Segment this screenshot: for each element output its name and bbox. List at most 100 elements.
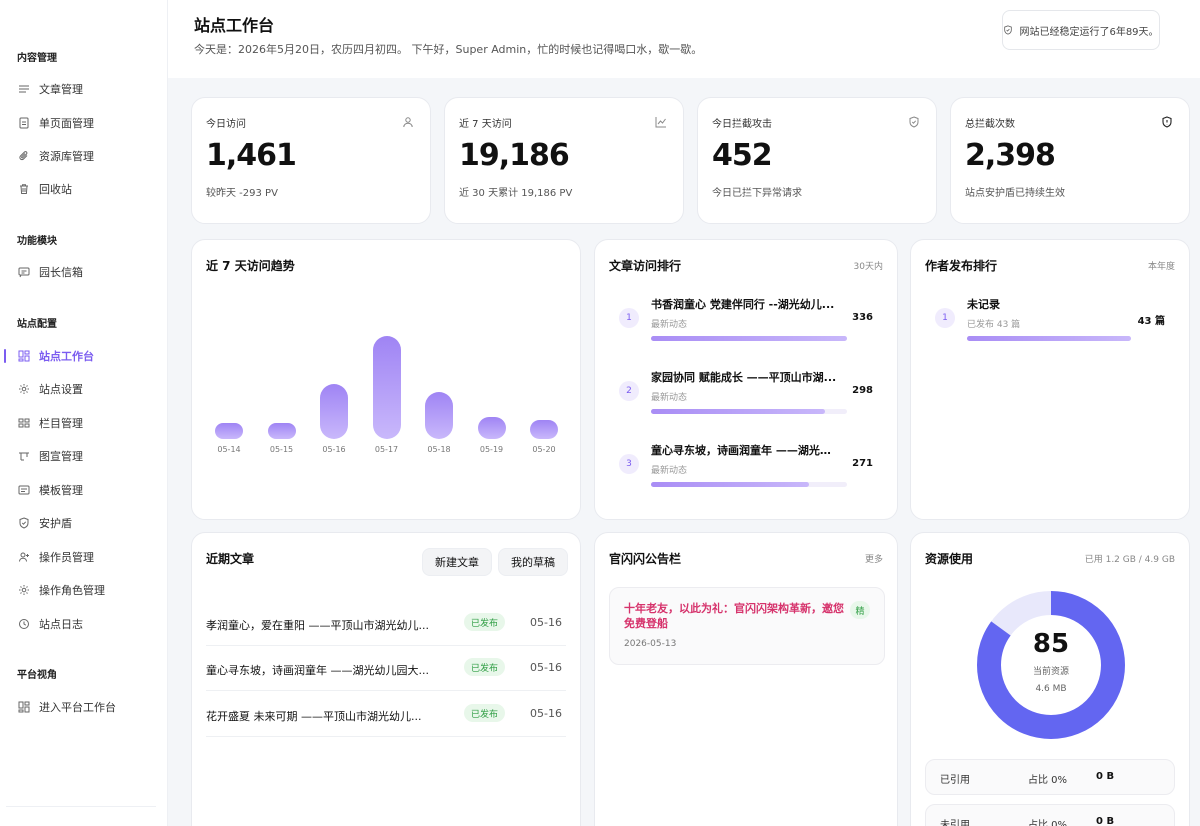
rank-progress-track (651, 336, 847, 341)
clock-icon (17, 617, 31, 631)
resource-center-label: 当前资源 (1032, 667, 1069, 677)
rank-subtitle: 最新动态 (651, 393, 688, 403)
sidebar-section-platform: 平台视角 (17, 670, 57, 681)
rank-item[interactable]: 3 童心寻东坡，诗画润童年 ——湖光幼... 最新动态 271 (595, 440, 897, 500)
sidebar-item-images[interactable]: 图宣管理 (17, 444, 157, 468)
sidebar-item-operators[interactable]: 操作员管理 (17, 545, 157, 569)
table-row[interactable]: 孝润童心，爱在重阳 ——平顶山市湖光幼儿... 已发布 05-16 (206, 600, 566, 646)
rank-progress-fill (967, 336, 1131, 341)
sidebar-item-label: 操作员管理 (39, 551, 94, 564)
paperclip-icon (17, 149, 31, 163)
stat-label: 总拦截次数 (965, 119, 1015, 130)
uptime-badge: 网站已经稳定运行了6年89天。 (1002, 10, 1160, 50)
stat-sub: 近 30 天累计 19,186 PV (459, 188, 573, 199)
more-link[interactable]: 更多 (865, 552, 883, 565)
article-title[interactable]: 花开盛夏 未来可期 ——平顶山市湖光幼儿... (206, 708, 456, 724)
rank-value: 336 (852, 312, 873, 323)
rank-number: 1 (935, 308, 955, 328)
list-icon (17, 82, 31, 96)
status-badge: 已发布 (464, 658, 506, 676)
page-icon (17, 116, 31, 130)
sidebar-item-workbench[interactable]: 站点工作台 (17, 344, 157, 368)
rank-title[interactable]: 家园协同 赋能成长 ——平顶山市湖... (651, 369, 841, 385)
notice-date: 2026-05-13 (624, 639, 677, 649)
resource-name: 已引用 (940, 775, 970, 786)
active-indicator (4, 349, 6, 363)
sidebar-item-label: 资源库管理 (39, 150, 94, 163)
sidebar-item-label: 安护盾 (39, 517, 72, 530)
rank-number: 3 (619, 454, 639, 474)
shield-icon (17, 516, 31, 530)
sidebar-item-roles[interactable]: 操作角色管理 (17, 578, 157, 602)
rank-value: 43 篇 (1137, 316, 1165, 327)
sidebar-item-recycle[interactable]: 回收站 (17, 177, 157, 201)
rank-value: 298 (852, 385, 873, 396)
article-title[interactable]: 孝润童心，爱在重阳 ——平顶山市湖光幼儿... (206, 617, 456, 633)
usage-summary: 已用 1.2 GB / 4.9 GB (1084, 555, 1175, 565)
table-row[interactable]: 花开盛夏 未来可期 ——平顶山市湖光幼儿... 已发布 05-16 (206, 691, 566, 737)
sidebar-item-settings[interactable]: 站点设置 (17, 377, 157, 401)
stat-card-today-blocked: 今日拦截攻击 452 今日已拦下异常请求 (697, 97, 937, 224)
sidebar-item-label: 模板管理 (39, 484, 83, 497)
gear-icon (17, 382, 31, 396)
sidebar-item-shield[interactable]: 安护盾 (17, 511, 157, 535)
page-header: 站点工作台 今天是：2026年5月20日，农历四月初四。 下午好，Super A… (168, 0, 1200, 78)
card-title: 作者发布排行 (925, 259, 998, 273)
rank-title[interactable]: 未记录 (967, 296, 1117, 312)
greeting-text: 今天是：2026年5月20日，农历四月初四。 下午好，Super Admin，忙… (194, 43, 703, 56)
sidebar-item-platform-workbench[interactable]: 进入平台工作台 (17, 695, 157, 719)
role-gear-icon (17, 583, 31, 597)
visit-trend-card: 近 7 天访问趋势 05-14 05-15 05-16 05-17 05-18 05-19… (191, 239, 581, 520)
stat-sub: 今日已拦下异常请求 (712, 188, 802, 199)
stat-card-week-visits: 近 7 天访问 19,186 近 30 天累计 19,186 PV (444, 97, 684, 224)
rank-item[interactable]: 1 书香润童心 党建伴同行 --湖光幼儿... 最新动态 336 (595, 294, 897, 354)
article-title[interactable]: 童心寻东坡，诗画润童年 ——湖光幼儿园大... (206, 662, 456, 678)
image-frame-icon (17, 449, 31, 463)
table-row[interactable]: 童心寻东坡，诗画润童年 ——湖光幼儿园大... 已发布 05-16 (206, 645, 566, 691)
stat-value: 2,398 (965, 138, 1056, 173)
rank-item[interactable]: 1 未记录 已发布 43 篇 43 篇 (911, 294, 1189, 354)
chart-tick-label: 05-14 (217, 445, 241, 454)
resource-pct: 占比 0% (1028, 775, 1068, 786)
sidebar-section-site-config: 站点配置 (17, 319, 57, 330)
resource-row: 已引用 占比 0% 0 B (925, 759, 1175, 795)
chart-tick-label: 05-18 (427, 445, 451, 454)
rank-progress-fill (651, 336, 847, 341)
rank-value: 271 (852, 458, 873, 469)
new-article-button[interactable]: 新建文章 (422, 548, 492, 576)
shield-check-icon (908, 113, 920, 132)
resource-name: 未引用 (940, 820, 970, 826)
card-title: 官闪闪公告栏 (609, 552, 682, 566)
sidebar-item-articles[interactable]: 文章管理 (17, 77, 157, 101)
notice-item[interactable]: 十年老友，以此为礼：官闪闪架构革新，邀您免费登船 精 2026-05-13 (609, 587, 885, 665)
chart-tick-label: 05-15 (269, 445, 294, 454)
user-icon (402, 113, 414, 132)
rank-number: 1 (619, 308, 639, 328)
sidebar-item-label: 图宣管理 (39, 450, 83, 463)
card-title: 近期文章 (206, 552, 255, 566)
resource-size: 0 B (1096, 771, 1115, 782)
sidebar-item-templates[interactable]: 模板管理 (17, 478, 157, 502)
sidebar-item-columns[interactable]: 栏目管理 (17, 411, 157, 435)
article-date: 05-16 (530, 616, 562, 629)
chart-tick-label: 05-16 (322, 445, 346, 454)
rank-number: 2 (619, 381, 639, 401)
rank-progress-fill (651, 409, 825, 414)
rank-progress-track (651, 482, 847, 487)
sidebar-item-logs[interactable]: 站点日志 (17, 612, 157, 636)
sidebar-item-resources[interactable]: 资源库管理 (17, 144, 157, 168)
rank-title[interactable]: 书香润童心 党建伴同行 --湖光幼儿... (651, 296, 841, 312)
rank-title[interactable]: 童心寻东坡，诗画润童年 ——湖光幼... (651, 442, 841, 458)
card-title: 文章访问排行 (609, 259, 682, 273)
resource-size: 0 B (1096, 816, 1115, 826)
notice-title[interactable]: 十年老友，以此为礼：官闪闪架构革新，邀您免费登船 (624, 601, 846, 631)
my-drafts-button[interactable]: 我的草稿 (498, 548, 568, 576)
sidebar-item-mailbox[interactable]: 园长信箱 (17, 260, 157, 284)
rank-item[interactable]: 2 家园协同 赋能成长 ——平顶山市湖... 最新动态 298 (595, 367, 897, 427)
period-label: 本年度 (1147, 262, 1175, 272)
chart-bar (267, 423, 296, 439)
rank-progress-track (651, 409, 847, 414)
trash-icon (17, 182, 31, 196)
sidebar-item-label: 单页面管理 (39, 117, 94, 130)
sidebar-item-pages[interactable]: 单页面管理 (17, 111, 157, 135)
